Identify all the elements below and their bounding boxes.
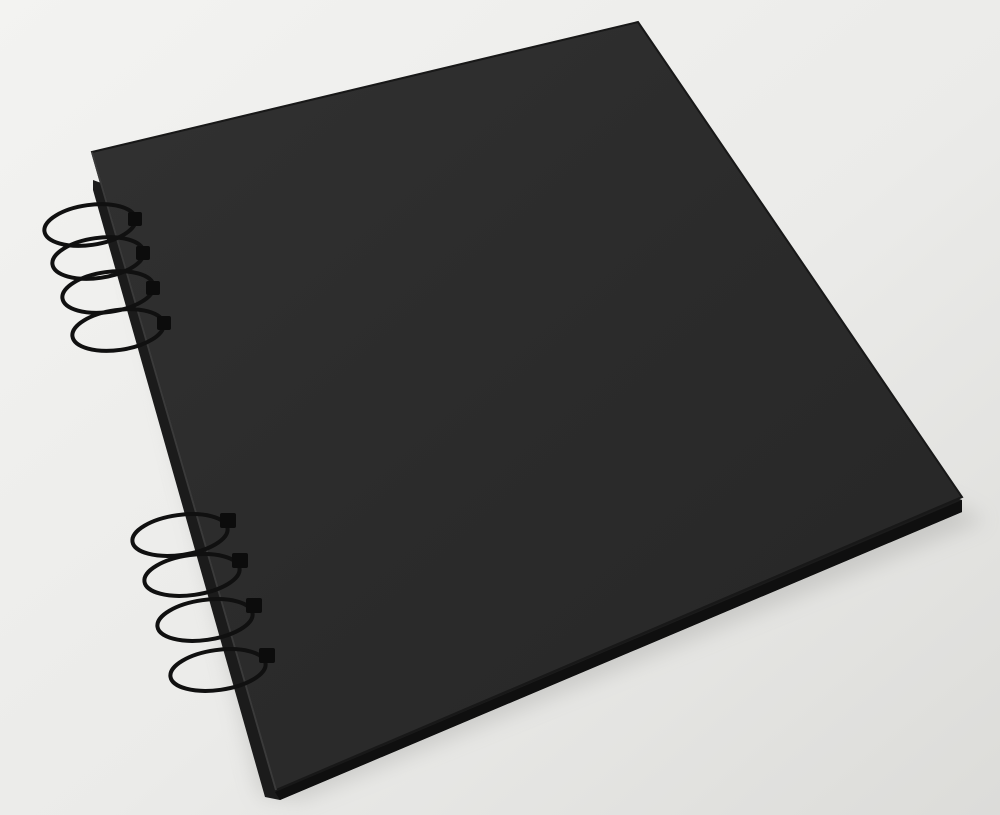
photo-scene <box>0 0 1000 815</box>
ring-clip <box>128 212 142 226</box>
ring-clip <box>246 598 262 613</box>
album-photo <box>0 0 1000 815</box>
ring-clip <box>259 648 275 663</box>
ring-clip <box>136 246 150 260</box>
ring-clip <box>232 553 248 568</box>
ring-clip <box>157 316 171 330</box>
ring-clip <box>220 513 236 528</box>
ring-clip <box>146 281 160 295</box>
